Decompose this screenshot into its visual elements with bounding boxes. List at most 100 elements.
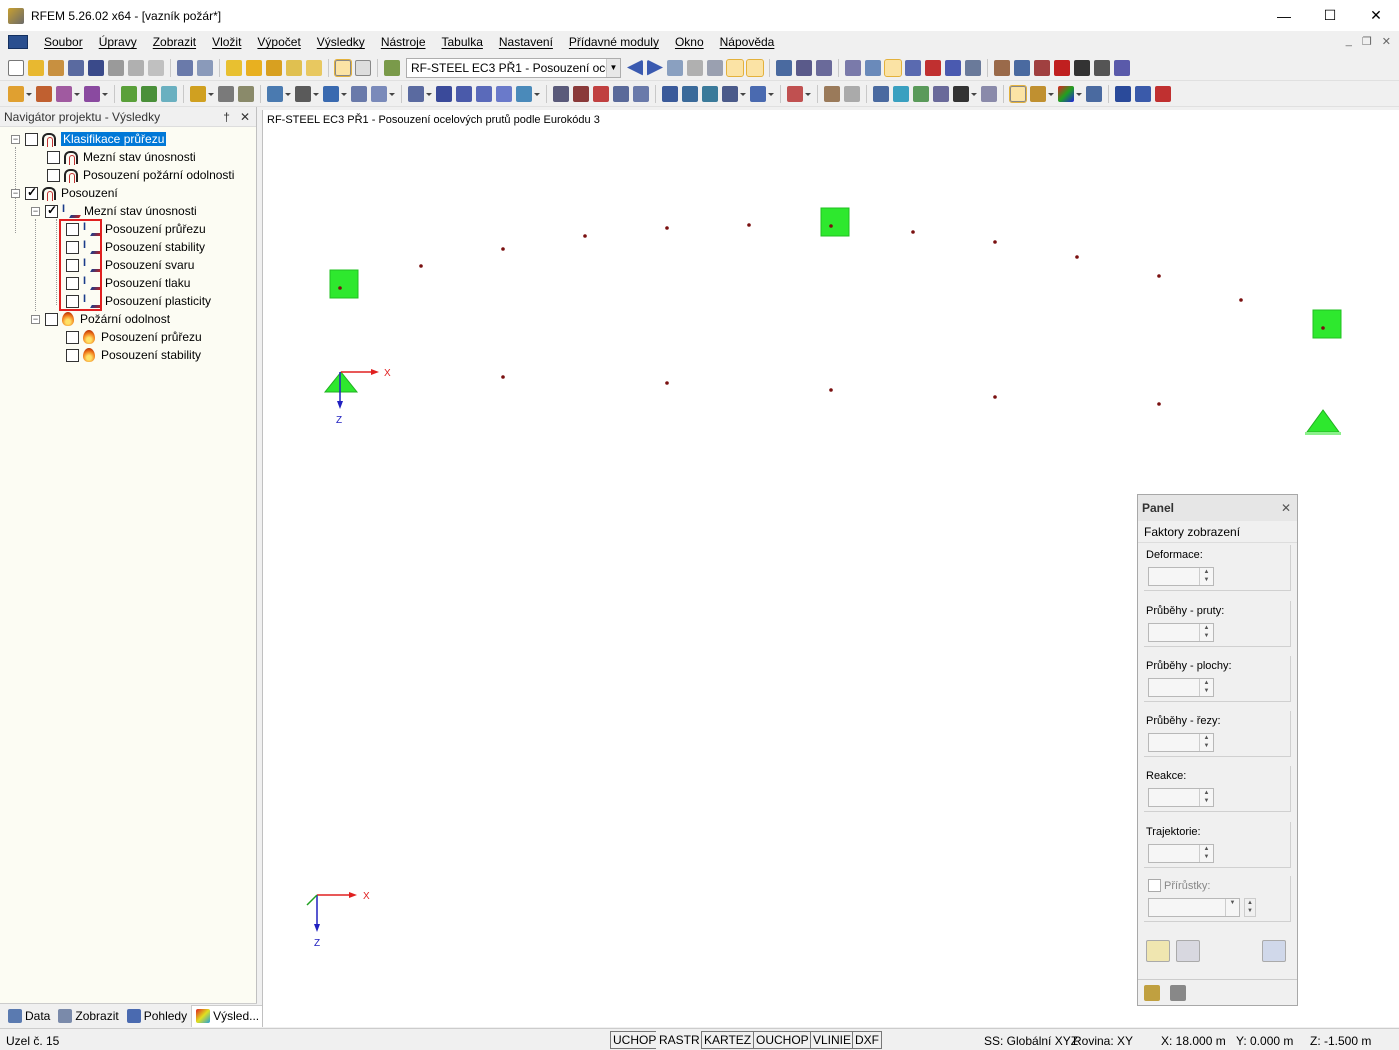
- snap-icon[interactable]: [865, 59, 881, 76]
- node-dot[interactable]: [501, 247, 505, 251]
- tree-item-mezni-stav[interactable]: Mezní stav únosnosti: [47, 148, 196, 166]
- grid-icon[interactable]: [845, 59, 861, 76]
- solid-icon[interactable]: [295, 85, 311, 102]
- copy-icon[interactable]: [351, 85, 367, 102]
- export-icon[interactable]: [1115, 85, 1131, 102]
- block-icon[interactable]: [68, 59, 84, 76]
- chevron-down-icon[interactable]: [341, 86, 347, 102]
- cartesian-toggle-button[interactable]: KARTEZ: [701, 1031, 755, 1049]
- node-dot[interactable]: [338, 286, 342, 290]
- spinner-arrows-icon[interactable]: ▲ ▼: [1199, 845, 1213, 862]
- divide-icon[interactable]: [371, 85, 387, 102]
- wand-icon[interactable]: [516, 85, 532, 102]
- tree-item-pozarni-odolnosti[interactable]: Posouzení požární odolnosti: [47, 166, 234, 184]
- support-icon[interactable]: [1306, 409, 1340, 433]
- collapse-icon[interactable]: −: [31, 314, 40, 324]
- color-scale-icon[interactable]: [1058, 85, 1074, 102]
- next-arrow-icon[interactable]: [647, 59, 663, 76]
- save-icon[interactable]: [88, 59, 104, 76]
- chevron-down-icon[interactable]: [426, 86, 432, 102]
- check-icon[interactable]: [573, 85, 589, 102]
- spinner-arrows-icon[interactable]: ▲ ▼: [1244, 898, 1256, 917]
- navigator-toggle-icon[interactable]: [334, 58, 352, 77]
- settings-icon[interactable]: [1114, 59, 1130, 76]
- rotate-object-icon[interactable]: [323, 85, 339, 102]
- trajectories-factor-input[interactable]: ▲ ▼: [1148, 844, 1214, 863]
- document-menu-icon[interactable]: [8, 35, 28, 49]
- node-dot[interactable]: [1321, 326, 1325, 330]
- comment-icon[interactable]: [286, 59, 302, 76]
- axis-x-icon[interactable]: [662, 85, 678, 102]
- visibility-icon[interactable]: [787, 85, 803, 102]
- chevron-down-icon[interactable]: [26, 86, 32, 102]
- menu-vypocet[interactable]: Výpočet: [249, 35, 308, 49]
- menu-soubor[interactable]: Soubor: [36, 35, 91, 49]
- hinge-marker[interactable]: [1312, 309, 1342, 339]
- increments-checkbox[interactable]: [1148, 879, 1161, 892]
- spinner-arrows-icon[interactable]: ▲ ▼: [1199, 624, 1213, 641]
- axis-y-icon[interactable]: [682, 85, 698, 102]
- menu-nastroje[interactable]: Nástroje: [373, 35, 434, 49]
- previous-arrow-icon[interactable]: [627, 59, 643, 76]
- menu-vysledky[interactable]: Výsledky: [309, 35, 373, 49]
- cube-icon[interactable]: [633, 85, 649, 102]
- tab-pohledy[interactable]: Pohledy: [123, 1005, 191, 1027]
- support-icon[interactable]: [323, 371, 359, 393]
- rotate-icon[interactable]: [905, 59, 921, 76]
- menu-napoveda[interactable]: Nápověda: [712, 35, 783, 49]
- print-preview-icon[interactable]: [148, 59, 164, 76]
- calculate-icon[interactable]: [553, 85, 569, 102]
- node-dot[interactable]: [747, 223, 751, 227]
- tree-checkbox[interactable]: [45, 312, 58, 326]
- animation-icon[interactable]: [776, 59, 792, 76]
- menu-zobrazit[interactable]: Zobrazit: [145, 35, 204, 49]
- search-icon[interactable]: [266, 59, 282, 76]
- node-dot[interactable]: [1075, 255, 1079, 259]
- tree-item-fire-stability[interactable]: Posouzení stability: [66, 346, 201, 364]
- line-icon[interactable]: [36, 85, 52, 102]
- node-dot[interactable]: [993, 395, 997, 399]
- scale-icon[interactable]: [1144, 984, 1160, 1001]
- polyline-icon[interactable]: [84, 85, 100, 102]
- edit-icon[interactable]: [226, 59, 242, 76]
- close-icon[interactable]: ✕: [240, 110, 250, 124]
- surface-icon[interactable]: [161, 85, 177, 102]
- module-select[interactable]: RF-STEEL EC3 PŘ1 - Posouzení ocelových ▼: [406, 57, 621, 78]
- node-dot[interactable]: [993, 240, 997, 244]
- hinge-icon[interactable]: [141, 85, 157, 102]
- tree-checkbox[interactable]: [47, 150, 60, 164]
- error-icon[interactable]: [593, 85, 609, 102]
- node-dot[interactable]: [911, 230, 915, 234]
- surface-render-icon[interactable]: [893, 85, 909, 102]
- module-icon[interactable]: [384, 59, 400, 76]
- chevron-down-icon[interactable]: [102, 86, 108, 102]
- screenshot-icon[interactable]: [1094, 59, 1110, 76]
- table-view-icon[interactable]: [981, 85, 997, 102]
- spinner-arrows-icon[interactable]: ▲ ▼: [1199, 789, 1213, 806]
- link-icon[interactable]: [994, 59, 1010, 76]
- section-cut-icon[interactable]: [873, 85, 889, 102]
- chevron-down-icon[interactable]: [740, 86, 746, 102]
- windows-icon[interactable]: [306, 59, 322, 76]
- node-icon[interactable]: [8, 85, 24, 102]
- chevron-down-icon[interactable]: [208, 86, 214, 102]
- zoom-icon[interactable]: [246, 59, 262, 76]
- dxf-toggle-button[interactable]: DXF: [852, 1031, 882, 1049]
- show-values-icon[interactable]: [746, 58, 764, 77]
- frame-icon[interactable]: [476, 85, 492, 102]
- object-snap-toggle-button[interactable]: OUCHOP: [753, 1031, 812, 1049]
- redo-icon[interactable]: [197, 59, 213, 76]
- hinge-marker[interactable]: [820, 207, 850, 237]
- spinner-arrows-icon[interactable]: ▲ ▼: [1199, 679, 1213, 696]
- chevron-down-icon[interactable]: ▼: [1225, 899, 1239, 916]
- chevron-down-icon[interactable]: [1048, 86, 1054, 102]
- support-icon[interactable]: [121, 85, 137, 102]
- tree-item-mezni-stav-posouzeni[interactable]: − I Mezní stav únosnosti: [31, 202, 197, 220]
- node-dot[interactable]: [665, 381, 669, 385]
- node-dot[interactable]: [1157, 274, 1161, 278]
- reactions-factor-input[interactable]: ▲ ▼: [1148, 788, 1214, 807]
- tree-checkbox[interactable]: [47, 168, 60, 182]
- node-dot[interactable]: [829, 388, 833, 392]
- tree-item-pozarni-odolnost[interactable]: − Požární odolnost: [31, 310, 170, 328]
- grid-generate-icon[interactable]: [496, 85, 512, 102]
